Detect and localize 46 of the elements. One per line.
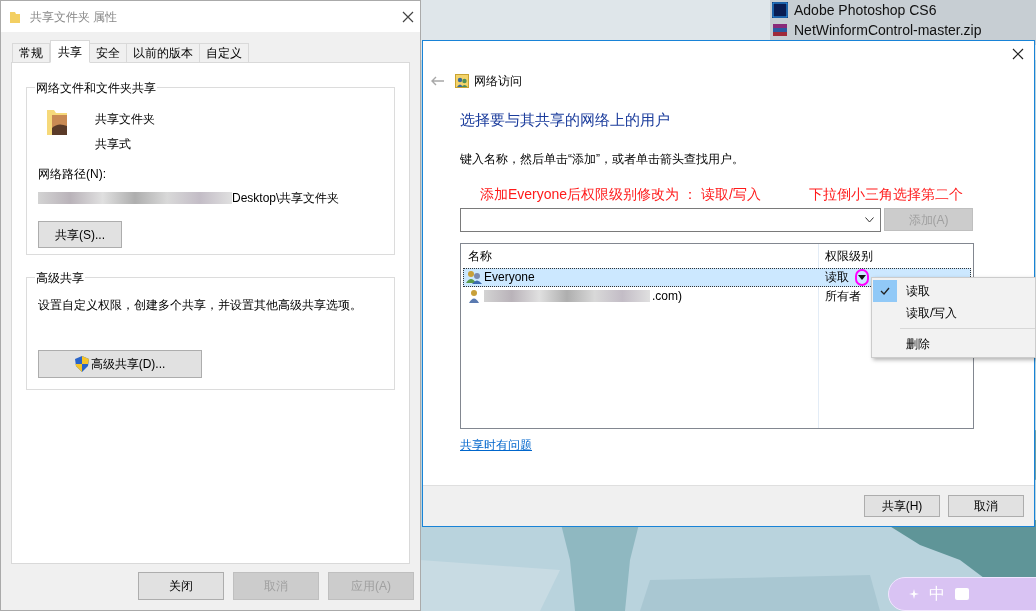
user-name: .com): [652, 288, 682, 305]
user-icon: [466, 289, 482, 303]
column-header[interactable]: 名称: [461, 246, 819, 265]
dropdown-triangle-icon[interactable]: [858, 274, 866, 280]
group-title: 高级共享: [35, 269, 85, 287]
tab[interactable]: 自定义: [199, 43, 249, 63]
group-title: 网络文件和文件夹共享: [35, 79, 157, 97]
desktop-icon-label[interactable]: NetWinformControl-master.zip: [794, 22, 982, 38]
field-label: 网络路径(N):: [38, 166, 107, 183]
dialog-title: 网络访问: [474, 73, 522, 90]
tab[interactable]: 常规: [12, 43, 50, 63]
button[interactable]: 共享(H): [864, 495, 940, 517]
annotation-text: 添加Everyone后权限级别修改为 ： 读取/写入: [480, 184, 761, 204]
app-icon[interactable]: [772, 2, 788, 18]
chevron-down-icon: [865, 216, 874, 223]
network-path: Desktop\共享文件夹: [232, 190, 340, 207]
menu-item[interactable]: 删除: [872, 333, 1035, 355]
dialog-heading: 选择要与其共享的网络上的用户: [460, 110, 671, 130]
close-icon[interactable]: [402, 10, 414, 23]
permission-level: 读取: [825, 269, 849, 286]
share-state: 共享式: [95, 136, 132, 153]
user-name: Everyone: [484, 269, 535, 286]
annotation-text: 下拉倒小三角选择第二个: [808, 184, 963, 204]
button[interactable]: 取消: [948, 495, 1024, 517]
users-icon: [455, 74, 469, 88]
folder-name: 共享文件夹: [95, 111, 155, 128]
menu-item[interactable]: 读取/写入: [872, 302, 1035, 324]
close-icon[interactable]: [1012, 48, 1024, 60]
folder-icon: [9, 9, 21, 24]
tab[interactable]: 共享: [50, 40, 90, 63]
archive-icon[interactable]: [772, 22, 788, 38]
permission-level: 所有者: [825, 288, 861, 305]
help-link[interactable]: 共享时有问题: [460, 435, 532, 454]
instruction-text: 键入名称，然后单击“添加”，或者单击箭头查找用户。: [460, 150, 745, 168]
window-title: 共享文件夹 属性: [30, 8, 118, 26]
column-header[interactable]: 权限级别: [819, 246, 873, 265]
button[interactable]: 关闭: [138, 572, 224, 600]
folder-icon: [46, 108, 68, 136]
advanced-sharing-button[interactable]: 高级共享(D)...: [38, 350, 202, 378]
sparkle-icon: [909, 589, 919, 599]
desktop-icon-label[interactable]: Adobe Photoshop CS6: [794, 2, 937, 18]
user-combo-box[interactable]: [460, 207, 881, 232]
users-icon: [466, 270, 482, 284]
shield-icon: [74, 356, 89, 372]
group-description: 设置自定义权限，创建多个共享，并设置其他高级共享选项。: [38, 297, 363, 314]
button[interactable]: 共享(S)...: [38, 221, 122, 248]
